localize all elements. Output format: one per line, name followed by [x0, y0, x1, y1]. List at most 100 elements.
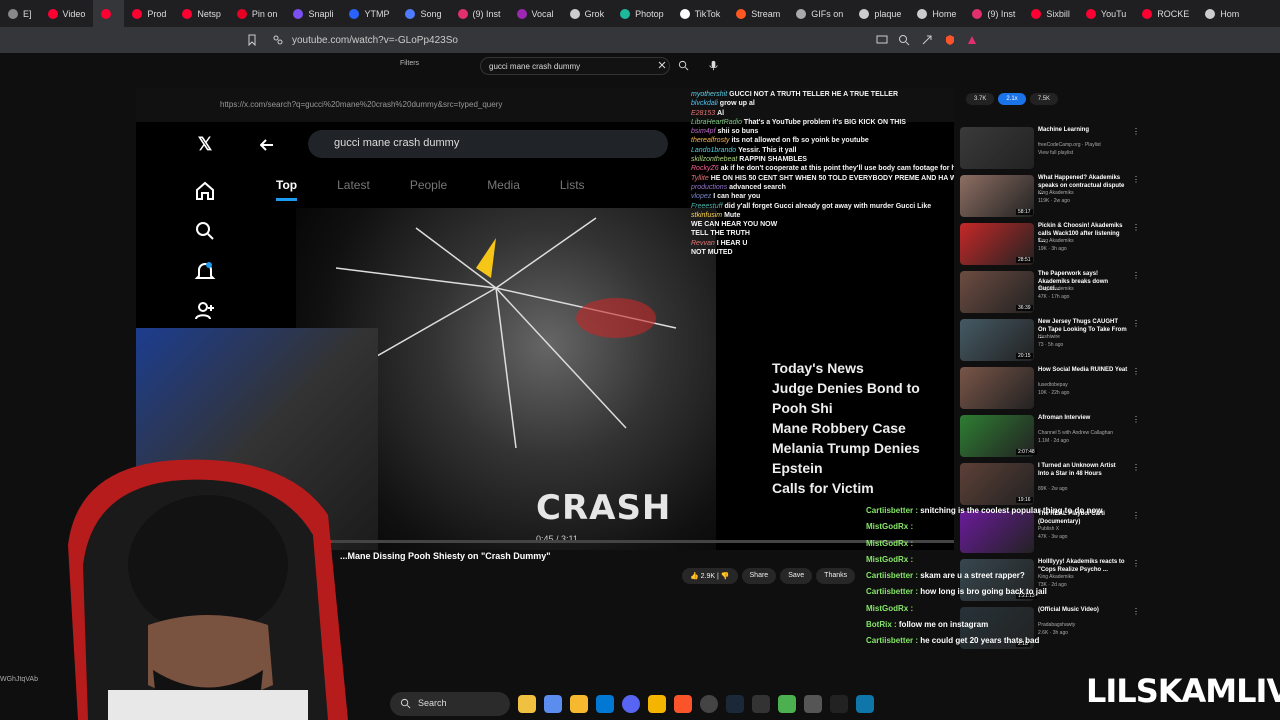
channel-name[interactable]: King Akademiks [1038, 190, 1074, 196]
copilot-icon[interactable] [544, 695, 562, 713]
brave-icon[interactable] [674, 695, 692, 713]
video-thumbnail[interactable] [960, 367, 1034, 409]
browser-tab[interactable]: TikTok [672, 0, 729, 27]
app-icon-4[interactable] [778, 695, 796, 713]
app-icon-2[interactable] [648, 695, 666, 713]
more-options-icon[interactable]: ⋮ [1132, 175, 1140, 184]
like-button[interactable]: 👍 2.9K | 👎 [682, 568, 738, 584]
recommendation-item[interactable]: Machine Learning freeCodeCamp.org · Playl… [960, 125, 1140, 173]
recommendation-item[interactable]: 36:39 The Paperwork says! Akademiks break… [960, 269, 1140, 317]
browser-tab[interactable]: Hom [1197, 0, 1247, 27]
channel-name[interactable]: Hushiwire [1038, 334, 1060, 340]
stream-chat-name: Cartiisbetter : [866, 587, 921, 597]
video-title[interactable]: I Turned an Unknown Artist Into a Star i… [1038, 463, 1128, 478]
browser-tab[interactable]: Stream [728, 0, 788, 27]
thanks-button[interactable]: Thanks [816, 568, 856, 584]
filters-button[interactable]: Filters [400, 60, 419, 67]
site-info-icon[interactable] [272, 34, 284, 46]
recommendation-item[interactable]: 28:51 Pickin & Choosin! Akademiks calls W… [960, 221, 1140, 269]
browser-tab[interactable]: GIFs on [788, 0, 851, 27]
browser-tab[interactable]: Snapli [285, 0, 341, 27]
browser-tab[interactable]: Grok [562, 0, 613, 27]
chat-username: productions [691, 183, 730, 191]
zoom-icon[interactable] [898, 34, 910, 46]
embedded-chat-row: bsim4pf shii so buns [691, 127, 954, 136]
speed-option[interactable]: 2.1x [998, 93, 1026, 105]
browser-tab[interactable]: Home [909, 0, 964, 27]
speed-toggle[interactable]: 3.7K 2.1x 7.5K [966, 93, 1059, 105]
store-icon[interactable] [596, 695, 614, 713]
browser-tab[interactable]: (9) Inst [450, 0, 509, 27]
more-options-icon[interactable]: ⋮ [1132, 271, 1140, 280]
browser-tab[interactable]: Sixbill [1023, 0, 1078, 27]
app-icon-6[interactable] [856, 695, 874, 713]
more-options-icon[interactable]: ⋮ [1132, 367, 1140, 376]
x-tab: Latest [337, 178, 370, 192]
cast-icon[interactable] [876, 34, 888, 46]
recommendation-item[interactable]: 2:07:48 Afroman Interview Channel 5 with A… [960, 413, 1140, 461]
save-button[interactable]: Save [780, 568, 813, 584]
recommendation-item[interactable]: 19:16 I Turned an Unknown Artist Into a S… [960, 461, 1140, 509]
discord-icon[interactable] [622, 695, 640, 713]
brave-shield-icon[interactable] [944, 34, 956, 46]
url-text[interactable]: youtube.com/watch?v=-GLoPp423So [292, 35, 458, 46]
channel-name[interactable]: Channel 5 with Andrew Callaghan [1038, 430, 1113, 436]
browser-tab[interactable]: Pin on [229, 0, 286, 27]
embedded-chat-row: Tyllite HE ON HIS 50 CENT SHT WHEN 50 TO… [691, 174, 954, 183]
clear-search-icon[interactable] [658, 61, 666, 69]
more-options-icon[interactable]: ⋮ [1132, 223, 1140, 232]
brave-rewards-icon[interactable] [966, 34, 978, 46]
channel-name[interactable]: King Akademiks [1038, 286, 1074, 292]
tab-label: (9) Inst [987, 8, 1016, 19]
video-title[interactable]: Afroman Interview [1038, 415, 1128, 423]
app-icon-3[interactable] [752, 695, 770, 713]
speed-option[interactable]: 3.7K [966, 93, 995, 105]
browser-tab[interactable]: Vocal [509, 0, 562, 27]
app-icon-5[interactable] [830, 695, 848, 713]
channel-name[interactable]: lusedtobepay [1038, 382, 1068, 388]
video-title[interactable]: Machine Learning [1038, 127, 1128, 135]
chat-message: TELL THE TRUTH [691, 230, 750, 238]
taskbar-search[interactable]: Search [390, 692, 510, 716]
obs-icon[interactable] [700, 695, 718, 713]
browser-tab[interactable]: Song [397, 0, 449, 27]
browser-tab[interactable]: YTMP [341, 0, 397, 27]
browser-tab[interactable]: plaque [851, 0, 909, 27]
steam-icon[interactable] [726, 695, 744, 713]
more-options-icon[interactable]: ⋮ [1132, 415, 1140, 424]
video-title[interactable]: How Social Media RUINED Yeat [1038, 367, 1128, 375]
browser-tab[interactable]: Prod [124, 0, 174, 27]
browser-tab[interactable]: (9) Inst [964, 0, 1023, 27]
recommendation-item[interactable]: 58:17 What Happened? Akademiks speaks on … [960, 173, 1140, 221]
youtube-search-input[interactable]: gucci mane crash dummy [480, 57, 670, 75]
4k-icon[interactable] [804, 695, 822, 713]
microphone-icon[interactable] [708, 60, 719, 71]
more-options-icon[interactable]: ⋮ [1132, 463, 1140, 472]
browser-tab[interactable] [93, 0, 125, 27]
tab-label: ROCKE [1157, 8, 1190, 19]
recommendation-item[interactable]: 20:15 New Jersey Thugs CAUGHT On Tape Loo… [960, 317, 1140, 365]
channel-name[interactable]: King Akademiks [1038, 238, 1074, 244]
more-options-icon[interactable]: ⋮ [1132, 319, 1140, 328]
file-explorer-icon[interactable] [570, 695, 588, 713]
browser-tab[interactable]: E] [0, 0, 40, 27]
embedded-chat-row: Lando1brando Yessir. This it yall [691, 146, 954, 155]
share-icon[interactable] [921, 34, 933, 46]
share-button[interactable]: Share [741, 568, 777, 584]
chat-username: skillzonthebeat [691, 156, 740, 164]
tab-favicon-icon [47, 8, 58, 19]
address-bar[interactable]: youtube.com/watch?v=-GLoPp423So [0, 27, 1280, 53]
browser-tab[interactable]: Netsp [174, 0, 229, 27]
app-icon-1[interactable] [518, 695, 536, 713]
speed-option[interactable]: 7.5K [1029, 93, 1059, 105]
video-thumbnail[interactable] [960, 127, 1034, 169]
browser-tab[interactable]: YouTu [1078, 0, 1134, 27]
browser-tab[interactable]: Video [40, 0, 94, 27]
recommendation-item[interactable]: How Social Media RUINED Yeat lusedtobepay… [960, 365, 1140, 413]
browser-tab[interactable]: ROCKE [1134, 0, 1197, 27]
bookmark-icon[interactable] [246, 34, 258, 46]
channel-name[interactable]: freeCodeCamp.org · Playlist [1038, 142, 1101, 148]
browser-tab[interactable]: Photop [612, 0, 672, 27]
search-icon[interactable] [678, 60, 689, 71]
more-options-icon[interactable]: ⋮ [1132, 127, 1140, 136]
